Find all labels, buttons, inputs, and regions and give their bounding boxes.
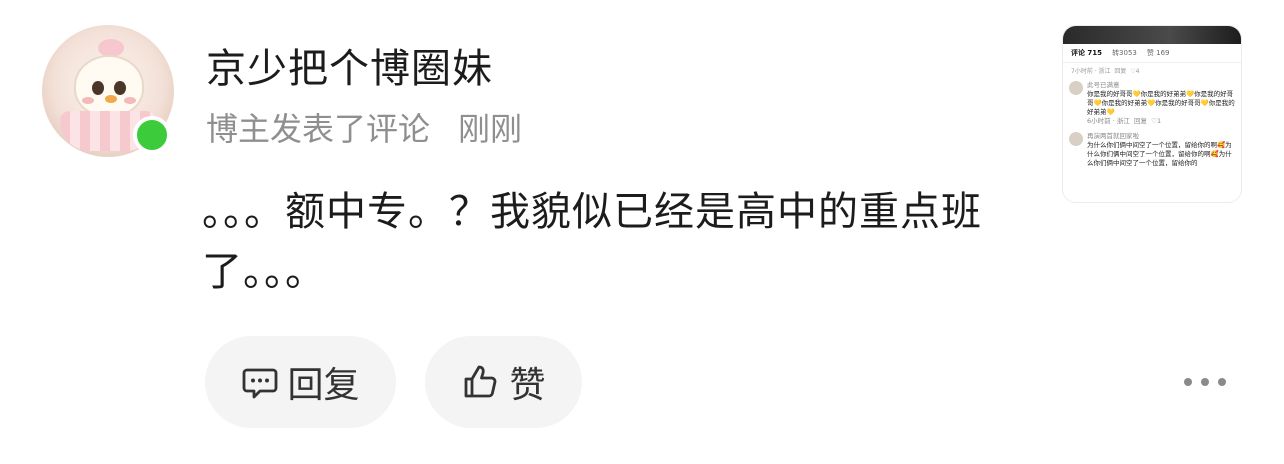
thumbnail-row-time: 7小时前 · 浙江: [1071, 68, 1111, 75]
thumbnail-avatar: [1069, 81, 1083, 95]
avatar-eye-left: [92, 81, 104, 95]
post-meta: 博主发表了评论 刚刚: [206, 104, 522, 150]
author-name[interactable]: 京少把个博圈妹: [206, 36, 493, 94]
thumbnail-comment-meta: 6小时前 · 浙江 回复 ♡1: [1087, 117, 1162, 125]
thumbnail-comment-text: 为什么你们俩中间空了一个位置，留给你的啊🥰为什么你们俩中间空了一个位置，留给你的…: [1087, 141, 1232, 167]
thumbnail-tab-likes: 赞 169: [1146, 49, 1170, 57]
more-dot: [1184, 378, 1192, 386]
thumbnail-comment-text: 你是我的好哥哥💛你是我的好弟弟💛你是我的好哥哥💛你是我的好弟弟💛你是我的好哥哥💛…: [1087, 90, 1235, 116]
post-time: 刚刚: [458, 110, 523, 148]
thumbnail-tabs: 评论 715 转3053 赞 169: [1063, 44, 1241, 63]
thumbnail-comment-name: 此号已满意: [1087, 81, 1120, 89]
thumbnail-comment-time: 6小时前 · 浙江: [1087, 117, 1130, 125]
thumbnail-tab-comments: 评论 715: [1071, 49, 1103, 57]
meta-label: 博主发表了评论: [206, 110, 431, 148]
more-dot: [1201, 378, 1209, 386]
reply-label: 回复: [287, 365, 360, 406]
thumbnail-comment: 此号已满意 你是我的好哥哥💛你是我的好弟弟💛你是我的好哥哥💛你是我的好弟弟💛你是…: [1063, 78, 1241, 129]
avatar-beak: [105, 95, 117, 103]
avatar-cheek-left: [82, 97, 94, 104]
comment-text: 。。。额中专。？我貌似已经是高中的重点班了。。。: [202, 189, 982, 295]
more-options-icon[interactable]: [1184, 370, 1226, 394]
thumbnail-row-likes: 4: [1135, 68, 1140, 75]
reply-button[interactable]: 回复: [205, 336, 396, 428]
like-button[interactable]: 赞: [425, 336, 582, 428]
online-status-dot: [133, 116, 171, 154]
thumbnail-comment-name: 再演两首就回家啦: [1087, 132, 1139, 140]
avatar-cheek-right: [124, 97, 136, 104]
more-dot: [1218, 378, 1226, 386]
attached-image-thumbnail[interactable]: 评论 715 转3053 赞 169 7小时前 · 浙江 回复 ♡4 此号已满意…: [1062, 25, 1242, 203]
thumbnail-video-bar: [1063, 26, 1241, 44]
thumbs-up-icon: [465, 365, 497, 398]
avatar-eye-right: [114, 81, 126, 95]
thumbnail-avatar: [1069, 132, 1083, 146]
thumbnail-row-reply: 回复: [1114, 68, 1127, 75]
comment-icon: [243, 368, 278, 399]
thumbnail-row: 7小时前 · 浙江 回复 ♡4: [1071, 68, 1140, 75]
like-label: 赞: [509, 365, 546, 406]
avatar-chick: [74, 55, 144, 117]
thumbnail-comment-likes: 1: [1156, 117, 1162, 125]
thumbnail-comment: 再演两首就回家啦 为什么你们俩中间空了一个位置，留给你的啊🥰为什么你们俩中间空了…: [1063, 129, 1241, 171]
thumbnail-comment-reply: 回复: [1133, 117, 1147, 125]
thumbnail-tab-reposts: 转3053: [1112, 49, 1137, 57]
